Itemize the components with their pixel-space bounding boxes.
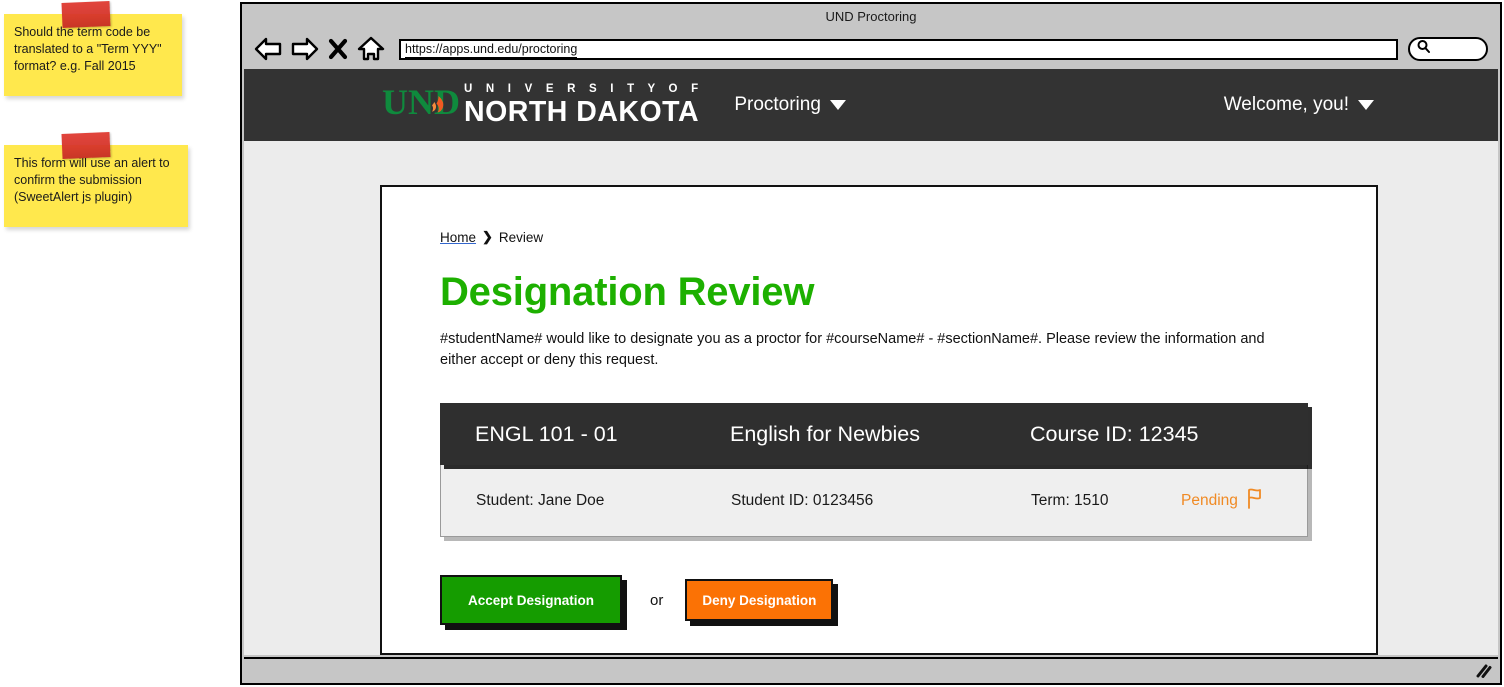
window-title: UND Proctoring bbox=[825, 9, 917, 24]
address-bar[interactable]: https://apps.und.edu/proctoring bbox=[399, 38, 1398, 60]
browser-status-bar bbox=[244, 657, 1498, 683]
chevron-down-icon bbox=[1358, 100, 1374, 110]
resize-grip-icon[interactable] bbox=[1474, 664, 1492, 678]
svg-text:UND: UND bbox=[382, 84, 460, 122]
annotation-note-alert: This form will use an alert to confirm t… bbox=[4, 131, 188, 227]
site-logo[interactable]: UND U N I V E R S I T Y O F NORTH DAKOTA bbox=[382, 82, 704, 128]
annotation-note-term-code-text: Should the term code be translated to a … bbox=[14, 25, 162, 73]
course-code: ENGL 101 - 01 bbox=[475, 421, 618, 446]
site-header: UND U N I V E R S I T Y O F NORTH DAKOTA… bbox=[244, 69, 1498, 141]
nav-item-proctoring[interactable]: Proctoring bbox=[734, 94, 846, 116]
search-input[interactable] bbox=[1408, 37, 1488, 61]
site-logo-wordmark: U N I V E R S I T Y O F NORTH DAKOTA bbox=[464, 83, 704, 128]
browser-window: UND Proctoring https://apps.und.edu/proc… bbox=[240, 2, 1502, 685]
breadcrumb: Home ❯ Review bbox=[440, 229, 1376, 245]
user-menu-label: Welcome, you! bbox=[1223, 94, 1349, 115]
page-title: Designation Review bbox=[440, 270, 815, 314]
forward-arrow-icon[interactable] bbox=[291, 36, 319, 62]
page-viewport: UND U N I V E R S I T Y O F NORTH DAKOTA… bbox=[244, 69, 1498, 655]
logo-line-2: NORTH DAKOTA bbox=[464, 95, 700, 128]
flag-icon bbox=[1245, 487, 1262, 514]
back-arrow-icon[interactable] bbox=[254, 36, 282, 62]
course-title: English for Newbies bbox=[730, 421, 921, 446]
status-badge: Pending bbox=[1181, 487, 1307, 514]
content-panel-inner: Home ❯ Review Designation Review #studen… bbox=[382, 187, 1376, 625]
close-x-icon[interactable] bbox=[328, 36, 348, 62]
user-menu[interactable]: Welcome, you! bbox=[1224, 94, 1374, 116]
breadcrumb-link-home[interactable]: Home bbox=[440, 230, 476, 245]
browser-nav-icons bbox=[254, 36, 385, 62]
address-bar-value: https://apps.und.edu/proctoring bbox=[405, 41, 578, 58]
tape-icon bbox=[61, 131, 111, 160]
action-buttons: Accept Designation or Deny Designation bbox=[440, 575, 1376, 625]
or-label: or bbox=[650, 591, 664, 609]
annotation-note-term-code: Should the term code be translated to a … bbox=[4, 0, 182, 96]
tape-icon bbox=[61, 0, 111, 29]
search-icon bbox=[1416, 39, 1431, 59]
nav-item-proctoring-label: Proctoring bbox=[734, 94, 821, 115]
annotation-note-alert-text: This form will use an alert to confirm t… bbox=[14, 156, 170, 204]
home-icon[interactable] bbox=[357, 36, 385, 62]
table-row: Student: Jane Doe Student ID: 0123456 Te… bbox=[440, 465, 1308, 537]
und-logo-icon: UND bbox=[382, 82, 460, 127]
status-badge-label: Pending bbox=[1181, 491, 1238, 509]
accept-designation-button[interactable]: Accept Designation bbox=[440, 575, 622, 625]
term-code: Term: 1510 bbox=[1031, 491, 1109, 509]
logo-line-1: U N I V E R S I T Y O F bbox=[464, 83, 704, 95]
student-id: Student ID: 0123456 bbox=[731, 491, 874, 509]
breadcrumb-current: Review bbox=[498, 229, 544, 245]
browser-title-bar: UND Proctoring bbox=[242, 4, 1500, 29]
breadcrumb-separator-icon: ❯ bbox=[482, 229, 493, 244]
designation-info-table: ENGL 101 - 01 English for Newbies Course… bbox=[440, 403, 1308, 537]
chevron-down-icon bbox=[829, 100, 846, 110]
course-id: Course ID: 12345 bbox=[1030, 421, 1199, 446]
page-intro-text: #studentName# would like to designate yo… bbox=[440, 331, 1265, 368]
deny-designation-button[interactable]: Deny Designation bbox=[685, 579, 834, 621]
content-panel: Home ❯ Review Designation Review #studen… bbox=[380, 185, 1378, 655]
designation-table-header: ENGL 101 - 01 English for Newbies Course… bbox=[440, 403, 1308, 465]
browser-toolbar: https://apps.und.edu/proctoring bbox=[242, 29, 1500, 69]
student-name: Student: Jane Doe bbox=[476, 491, 605, 509]
